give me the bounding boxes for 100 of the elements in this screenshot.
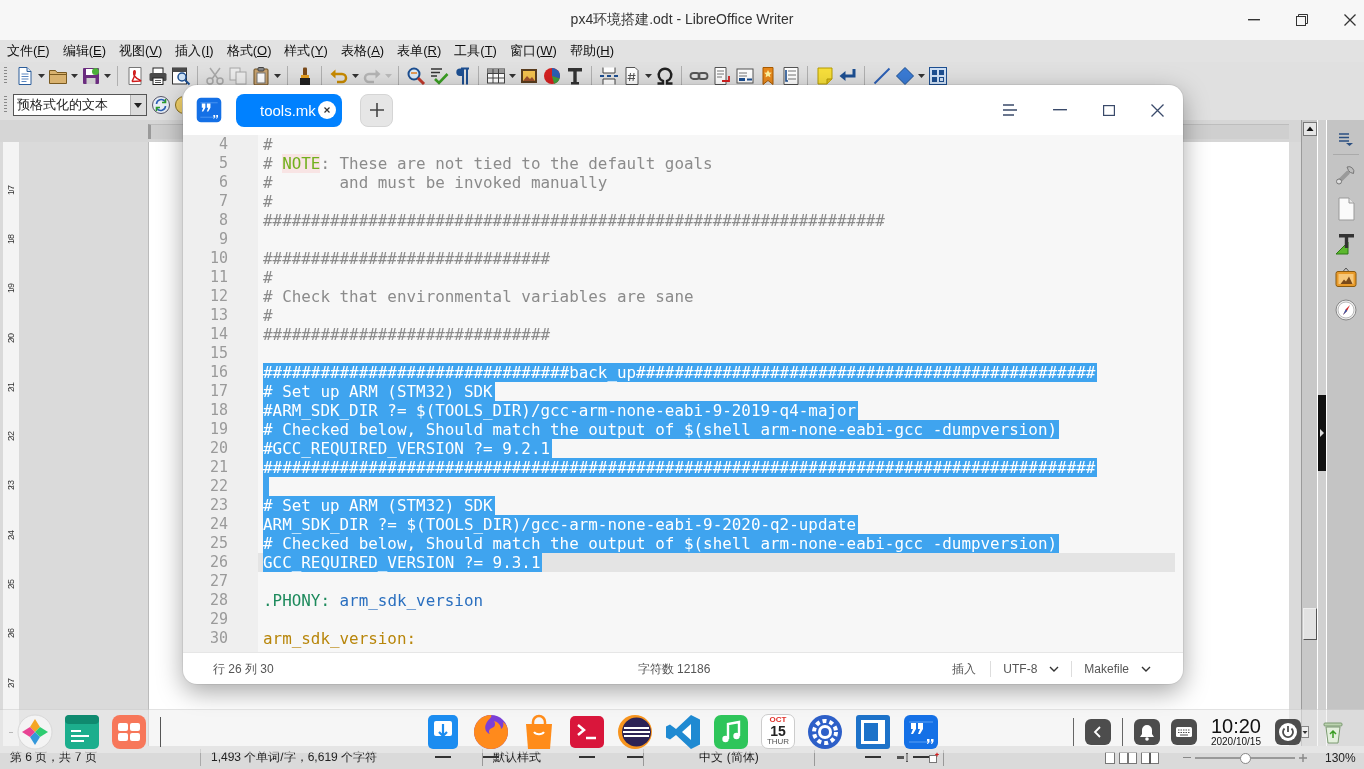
menu-item[interactable]: 编辑(E) <box>56 42 112 60</box>
caret-icon[interactable] <box>644 74 652 78</box>
chevron-down-icon[interactable] <box>1141 666 1151 672</box>
document-arrow-icon[interactable] <box>711 66 732 86</box>
clipboard-icon[interactable] <box>250 66 271 86</box>
caret-icon[interactable] <box>351 74 359 78</box>
gear-icon[interactable] <box>807 713 843 750</box>
line-number: 7 <box>217 192 229 211</box>
menu-item[interactable]: 格式(O) <box>220 42 278 60</box>
magnifier-icon[interactable] <box>405 66 426 86</box>
caret-icon[interactable] <box>103 74 111 78</box>
new-style-icon[interactable] <box>173 95 182 115</box>
picture-icon[interactable] <box>518 66 539 86</box>
code-line: arm_sdk_version: <box>263 629 418 648</box>
clock-time[interactable]: 10:20 <box>1210 715 1261 737</box>
square-icon[interactable] <box>855 713 891 750</box>
language-dropdown[interactable]: Makefile <box>1080 662 1155 676</box>
minimize-icon[interactable] <box>1248 19 1260 21</box>
maximize-icon[interactable] <box>1103 104 1115 116</box>
menu-item[interactable]: 工具(T) <box>448 42 503 60</box>
close-icon[interactable] <box>1344 14 1356 26</box>
zoom-slider-thumb[interactable] <box>1240 752 1251 764</box>
single-page-icon[interactable] <box>1105 751 1115 764</box>
file-tab[interactable]: tools.mk <box>236 93 342 127</box>
menu-item[interactable]: 样式(Y) <box>278 42 334 60</box>
list-page-icon[interactable] <box>780 66 801 86</box>
line-number: 10 <box>208 249 229 268</box>
picture-frame-icon[interactable] <box>1334 267 1357 287</box>
ruler-number: 17 <box>6 184 16 195</box>
code-line: ############################## <box>263 249 551 268</box>
selection-mode-icon[interactable] <box>897 753 909 762</box>
modified-document-icon[interactable] <box>929 752 939 763</box>
new-tab-button[interactable] <box>360 93 393 127</box>
page-break-icon[interactable] <box>598 66 619 86</box>
plus-icon[interactable] <box>369 103 384 117</box>
close-icon[interactable] <box>1151 103 1164 117</box>
menu-item[interactable]: 表格(A) <box>334 42 391 60</box>
menu-icon[interactable] <box>1003 104 1017 116</box>
minus-icon[interactable] <box>1183 756 1191 759</box>
menu-item[interactable]: 窗口(W) <box>503 42 563 60</box>
two-pages-icon[interactable] <box>1119 751 1137 764</box>
line-number: 13 <box>208 306 229 325</box>
pie-chart-icon[interactable] <box>541 66 562 86</box>
cursor-position: 行 26 列 30 <box>213 660 274 678</box>
chevron-down-icon[interactable] <box>1049 666 1060 672</box>
scroll-up-icon[interactable] <box>1302 122 1317 136</box>
code-line: # <box>263 192 274 211</box>
caret-icon[interactable] <box>70 74 78 78</box>
line-number: 29 <box>208 610 229 629</box>
power-icon[interactable] <box>1275 718 1301 745</box>
vertical-scrollbar[interactable] <box>1301 120 1317 746</box>
refresh-style-icon[interactable] <box>150 95 171 115</box>
printer-icon[interactable] <box>147 66 168 86</box>
line-icon[interactable] <box>871 66 892 86</box>
table-icon[interactable] <box>485 66 506 86</box>
globe-icon[interactable] <box>473 713 509 750</box>
tiles-icon[interactable] <box>111 713 147 750</box>
minimize-icon[interactable] <box>1053 109 1067 111</box>
code-line: # <box>263 135 274 154</box>
caret-icon[interactable] <box>508 74 516 78</box>
paragraph-style-dropdown[interactable]: 预格式化的文本 <box>13 94 147 116</box>
sidebar-window-icon[interactable] <box>64 713 100 750</box>
input-mode[interactable]: 插入 <box>952 660 977 678</box>
calendar-icon[interactable]: OCT 15 THUR <box>761 714 795 749</box>
collapse-handle-icon[interactable] <box>1318 395 1326 471</box>
page-lines-icon[interactable] <box>734 66 755 86</box>
menu-item[interactable]: 表单(R) <box>391 42 448 60</box>
caret-icon[interactable] <box>917 74 925 78</box>
menu-item[interactable]: 视图(V) <box>113 42 169 60</box>
print-preview-icon[interactable] <box>170 66 191 86</box>
line-number: 25 <box>208 534 229 553</box>
grid-icon[interactable] <box>927 66 948 86</box>
download-tile-icon[interactable] <box>425 713 461 750</box>
colored-petals-icon[interactable] <box>17 713 53 750</box>
zoom-percent[interactable]: 130% <box>1325 750 1356 765</box>
code-icon[interactable] <box>665 713 701 750</box>
menu-item[interactable]: 插入(I) <box>169 42 220 60</box>
clock-date[interactable]: 2020/10/15 <box>1210 736 1261 748</box>
caret-icon[interactable] <box>37 74 45 78</box>
code-line: # <box>263 268 274 287</box>
quote-icon[interactable] <box>903 713 939 750</box>
code-line: ############################## <box>263 325 551 344</box>
encoding-dropdown[interactable]: UTF-8 <box>999 662 1064 676</box>
restore-icon[interactable] <box>1296 14 1308 26</box>
line-number: 14 <box>208 325 229 344</box>
menu-item[interactable]: 帮助(H) <box>563 42 620 60</box>
menu-icon[interactable] <box>1338 133 1353 146</box>
line-number: 28 <box>208 591 229 610</box>
compass-icon[interactable] <box>1334 299 1357 321</box>
spellcheck-icon[interactable] <box>428 66 449 86</box>
caret-icon[interactable] <box>273 74 281 78</box>
menu-item[interactable]: 文件(F) <box>1 42 56 60</box>
line-number: 6 <box>217 173 229 192</box>
triangle-ruler-icon[interactable] <box>1334 233 1357 255</box>
close-icon[interactable] <box>318 101 336 119</box>
scrollbar-thumb[interactable] <box>1302 608 1317 640</box>
terminal-icon[interactable] <box>569 713 605 750</box>
striped-sphere-icon[interactable] <box>617 713 653 750</box>
book-view-icon[interactable] <box>1141 751 1159 764</box>
code-line: ################################################################# <box>263 211 886 230</box>
